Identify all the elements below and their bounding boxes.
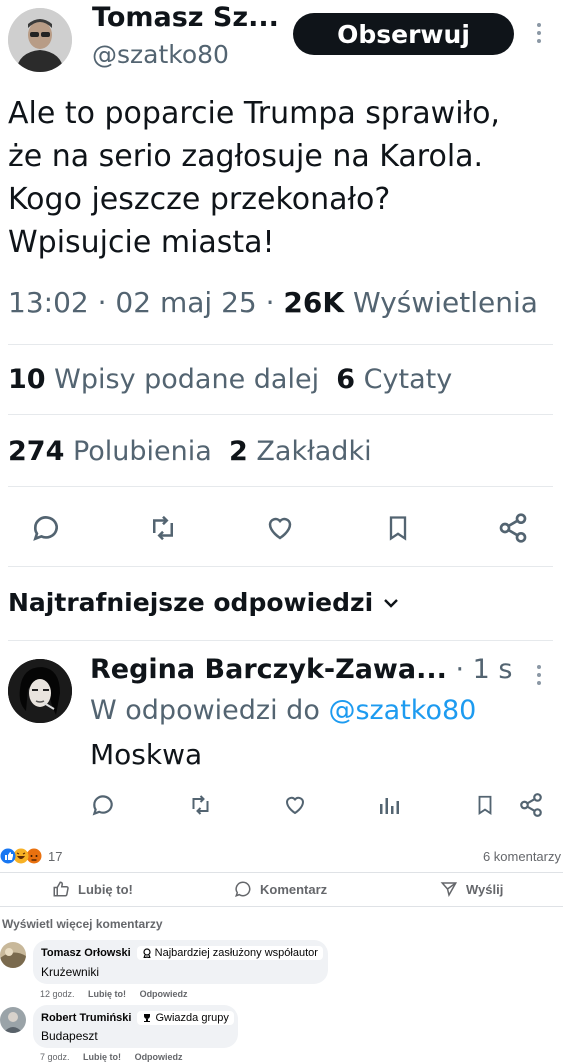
comment-time[interactable]: 12 godz. bbox=[40, 989, 75, 999]
badge-label: Najbardziej zasłużony współautor bbox=[154, 947, 318, 959]
quotes-label: Cytaty bbox=[363, 364, 453, 395]
bookmark-icon[interactable] bbox=[380, 510, 416, 546]
fb-share-button[interactable]: Wyślij bbox=[440, 880, 503, 898]
comment-like-link[interactable]: Lubię to! bbox=[88, 989, 126, 999]
divider bbox=[8, 344, 553, 345]
comment-actions: 7 godz. Lubię to! Odpowiedz bbox=[40, 1052, 183, 1062]
reply-author-name[interactable]: Regina Barczyk-Zawa... bbox=[90, 654, 447, 685]
reactions-summary[interactable]: 17 bbox=[0, 848, 62, 864]
likes-stat[interactable]: 274 Polubienia bbox=[8, 436, 212, 467]
divider bbox=[8, 486, 553, 487]
like-icon[interactable] bbox=[280, 790, 310, 820]
tweet-meta: 13:02 · 02 maj 25 · 26K Wyświetlenia bbox=[8, 286, 538, 319]
repost-icon[interactable] bbox=[144, 510, 182, 546]
reply-time[interactable]: · 1 s bbox=[455, 654, 512, 685]
quotes-count: 6 bbox=[336, 364, 356, 395]
comment-reply-link[interactable]: Odpowiedz bbox=[140, 989, 188, 999]
commenter-avatar[interactable] bbox=[0, 1007, 26, 1033]
fb-comment-button[interactable]: Komentarz bbox=[234, 880, 327, 898]
like-reaction-icon bbox=[0, 848, 16, 864]
comment-icon bbox=[234, 880, 252, 898]
reposts-count: 10 bbox=[8, 364, 46, 395]
badge-label: Gwiazda grupy bbox=[155, 1012, 229, 1024]
divider bbox=[0, 872, 563, 873]
fb-like-button[interactable]: Lubię to! bbox=[52, 880, 133, 898]
views-count: 26K bbox=[283, 286, 345, 319]
bookmarks-count: 2 bbox=[229, 436, 248, 467]
author-avatar[interactable] bbox=[8, 8, 72, 72]
comments-count[interactable]: 6 komentarzy bbox=[483, 849, 561, 864]
meta-separator: · bbox=[265, 286, 275, 319]
fb-comment-label: Komentarz bbox=[260, 881, 328, 897]
views-label: Wyświetlenia bbox=[353, 286, 538, 319]
bookmark-icon[interactable] bbox=[470, 790, 500, 820]
tweet-text-line: Ale to poparcie Trumpa sprawiło, bbox=[8, 96, 500, 131]
reply-icon[interactable] bbox=[88, 790, 118, 820]
divider bbox=[8, 640, 553, 641]
tweet-text-line: Wpisujcie miasta! bbox=[8, 225, 275, 260]
chevron-down-icon bbox=[383, 597, 399, 609]
medal-icon bbox=[142, 948, 152, 958]
repost-quote-stats: 10 Wpisy podane dalej 6 Cytaty bbox=[8, 364, 452, 395]
commenter-avatar[interactable] bbox=[0, 942, 26, 968]
comment-author[interactable]: Robert Trumiński bbox=[41, 1012, 131, 1024]
reply-author-row: Regina Barczyk-Zawa... · 1 s bbox=[90, 654, 512, 685]
comment-actions: 12 godz. Lubię to! Odpowiedz bbox=[40, 989, 188, 999]
divider bbox=[8, 566, 553, 567]
bookmarks-stat[interactable]: 2 Zakładki bbox=[229, 436, 372, 467]
share-icon[interactable] bbox=[516, 790, 546, 820]
reposts-stat[interactable]: 10 Wpisy podane dalej bbox=[8, 364, 319, 395]
comment-text: Krużewniki bbox=[41, 965, 100, 979]
tweet-text: Ale to poparcie Trumpa sprawiło, że na s… bbox=[8, 92, 558, 264]
reactions-count: 17 bbox=[48, 848, 63, 864]
analytics-icon[interactable] bbox=[374, 790, 404, 820]
bookmarks-label: Zakładki bbox=[256, 436, 372, 467]
in-reply-to: W odpowiedzi do @szatko80 bbox=[90, 695, 476, 726]
author-name[interactable]: Tomasz Sz... bbox=[92, 2, 279, 33]
comment-bubble: Tomasz Orłowski Najbardziej zasłużony ws… bbox=[33, 940, 328, 984]
comment-author[interactable]: Tomasz Orłowski bbox=[41, 947, 131, 959]
reposts-label: Wpisy podane dalej bbox=[54, 364, 320, 395]
quotes-stat[interactable]: 6 Cytaty bbox=[336, 364, 452, 395]
divider bbox=[0, 906, 563, 907]
share-icon[interactable] bbox=[495, 510, 531, 546]
like-bookmark-stats: 274 Polubienia 2 Zakładki bbox=[8, 436, 372, 467]
author-handle[interactable]: @szatko80 bbox=[92, 40, 229, 69]
reply-more-options-icon[interactable] bbox=[536, 664, 542, 686]
repost-icon[interactable] bbox=[185, 790, 215, 820]
meta-separator: · bbox=[97, 286, 107, 319]
trophy-icon bbox=[142, 1013, 152, 1023]
comment-text: Budapeszt bbox=[41, 1029, 98, 1043]
replies-header-label: Najtrafniejsze odpowiedzi bbox=[8, 588, 374, 617]
comment-like-link[interactable]: Lubię to! bbox=[83, 1052, 121, 1062]
reply-author-avatar[interactable] bbox=[8, 659, 72, 723]
likes-label: Polubienia bbox=[72, 436, 212, 467]
fb-share-label: Wyślij bbox=[466, 881, 504, 897]
comment-time[interactable]: 7 godz. bbox=[40, 1052, 70, 1062]
tweet-time[interactable]: 13:02 bbox=[8, 286, 89, 319]
more-options-icon[interactable] bbox=[536, 22, 542, 44]
comment-bubble: Robert Trumiński Gwiazda grupy Budapeszt bbox=[33, 1005, 238, 1048]
contributor-badge: Najbardziej zasłużony współautor bbox=[136, 946, 323, 960]
tweet-text-line: że na serio zagłosuje na Karola. bbox=[8, 139, 484, 174]
fb-like-label: Lubię to! bbox=[78, 881, 133, 897]
in-reply-handle[interactable]: @szatko80 bbox=[328, 695, 476, 726]
send-icon bbox=[440, 880, 458, 898]
like-icon[interactable] bbox=[262, 510, 298, 546]
reply-icon[interactable] bbox=[28, 510, 64, 546]
group-star-badge: Gwiazda grupy bbox=[137, 1011, 234, 1025]
divider bbox=[8, 414, 553, 415]
tweet-text-line: Kogo jeszcze przekonało? bbox=[8, 182, 391, 217]
view-more-comments-link[interactable]: Wyświetl więcej komentarzy bbox=[2, 917, 163, 931]
comment-reply-link[interactable]: Odpowiedz bbox=[135, 1052, 183, 1062]
thumbs-up-icon bbox=[52, 880, 70, 898]
in-reply-prefix: W odpowiedzi do bbox=[90, 695, 320, 726]
reply-text: Moskwa bbox=[90, 738, 203, 771]
tweet-date[interactable]: 02 maj 25 bbox=[115, 286, 256, 319]
replies-sort-dropdown[interactable]: Najtrafniejsze odpowiedzi bbox=[8, 588, 399, 617]
likes-count: 274 bbox=[8, 436, 65, 467]
follow-button[interactable]: Obserwuj bbox=[293, 13, 514, 55]
